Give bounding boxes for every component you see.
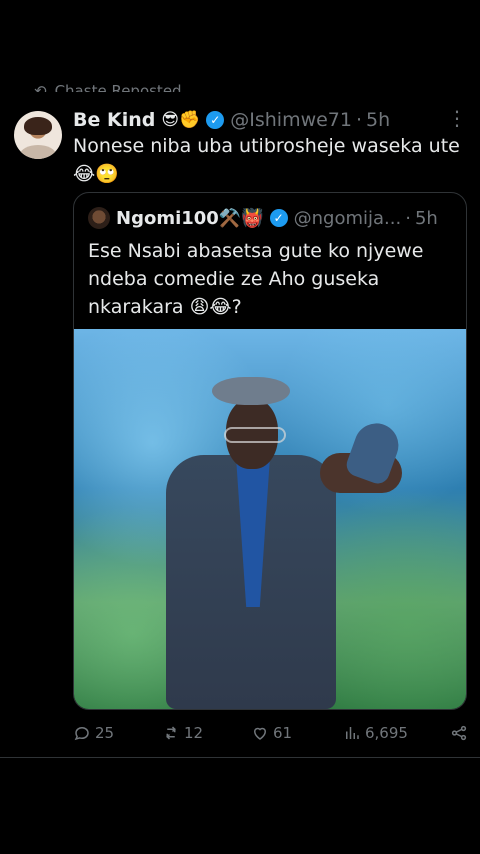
author-name-emojis: 😎✊ xyxy=(161,110,201,130)
repost-icon xyxy=(166,726,176,740)
repost-label: Chaste Reposted xyxy=(54,82,182,92)
feed-divider xyxy=(0,757,480,758)
repost-icon: ⟲ xyxy=(34,82,47,92)
quoted-author-handle[interactable]: @ngomija... xyxy=(294,208,402,229)
views-button[interactable]: 6,695 xyxy=(343,724,408,742)
like-count: 61 xyxy=(273,724,293,742)
reply-count: 25 xyxy=(95,724,115,742)
quoted-tweet-image[interactable] xyxy=(74,329,466,709)
repost-count: 12 xyxy=(184,724,204,742)
tweet-header: Be Kind 😎✊ ✓ @Ishimwe71 · 5h ⋮ xyxy=(73,106,468,134)
quoted-text-line: nkarakara 😩😂? xyxy=(88,296,242,318)
verified-badge-icon: ✓ xyxy=(206,111,225,129)
more-options-icon[interactable]: ⋮ xyxy=(447,106,468,130)
separator-dot: · xyxy=(356,109,363,131)
reply-button[interactable]: 25 xyxy=(73,724,114,742)
repost-button[interactable]: 12 xyxy=(162,724,203,742)
person-cap xyxy=(212,377,290,405)
verified-badge-icon: ✓ xyxy=(269,209,288,227)
quoted-text-line: Ese Nsabi abasetsa gute ko njyewe xyxy=(88,240,424,262)
quoted-tweet-text: Ese Nsabi abasetsa gute ko njyewe ndeba … xyxy=(88,237,448,321)
quoted-avatar[interactable] xyxy=(88,207,110,229)
quoted-tweet-header: Ngomi100⚒️👹 ✓ @ngomija... · 5h xyxy=(116,205,456,231)
person-glasses xyxy=(224,427,286,443)
tweet-text: Nonese niba uba utibrosheje waseka ute 😂… xyxy=(73,132,468,188)
quoted-author-name[interactable]: Ngomi100⚒️👹 xyxy=(116,208,264,229)
avatar-hair xyxy=(24,117,52,135)
share-button[interactable] xyxy=(450,724,468,742)
tweet-text-emoji-line: 😂🙄 xyxy=(73,163,119,185)
quoted-tweet-card[interactable]: Ngomi100⚒️👹 ✓ @ngomija... · 5h Ese Nsabi… xyxy=(73,192,467,710)
views-count: 6,695 xyxy=(365,724,408,742)
author-handle[interactable]: @Ishimwe71 xyxy=(230,109,352,131)
reply-icon xyxy=(74,726,89,741)
quoted-text-line: ndeba comedie ze Aho guseka xyxy=(88,268,380,290)
quoted-tweet-time[interactable]: 5h xyxy=(415,208,438,229)
heart-icon xyxy=(253,727,267,740)
separator-dot: · xyxy=(405,207,411,229)
tweet-time[interactable]: 5h xyxy=(366,109,390,131)
views-icon xyxy=(346,727,359,739)
like-button[interactable]: 61 xyxy=(251,724,292,742)
share-icon xyxy=(451,725,467,741)
tweet-actions: 25 12 61 6,695 xyxy=(73,722,468,744)
tweet-text-line: Nonese niba uba utibrosheje waseka ute xyxy=(73,135,460,157)
repost-indicator: ⟲ Chaste Reposted xyxy=(34,78,182,92)
avatar-shoulders xyxy=(20,145,56,159)
avatar[interactable] xyxy=(14,111,62,159)
author-name[interactable]: Be Kind xyxy=(73,109,155,131)
